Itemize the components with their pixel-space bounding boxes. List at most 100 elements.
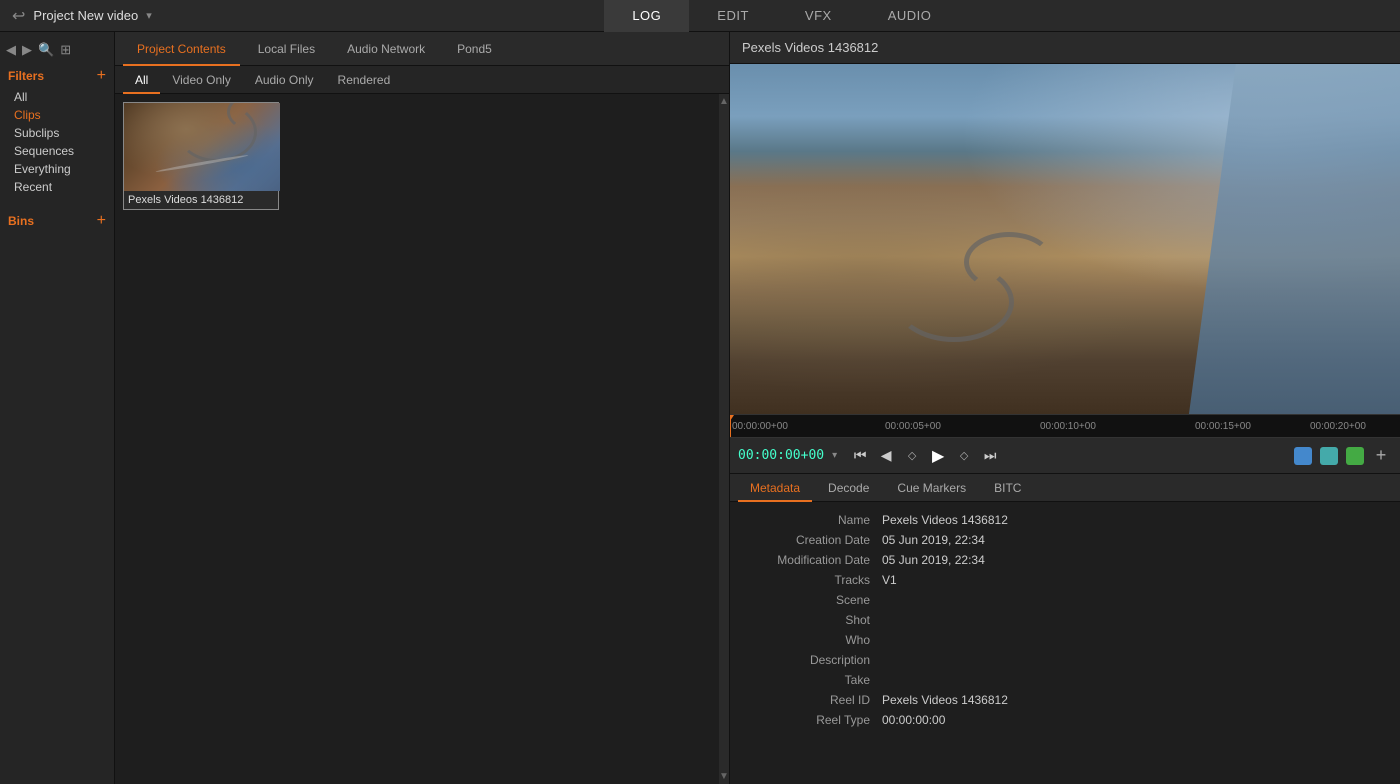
go-to-end-button[interactable]: ⏭ [979,445,1001,467]
subtab-all[interactable]: All [123,66,160,94]
blue-marker-button[interactable] [1294,447,1312,465]
meta-row-modification-date: Modification Date 05 Jun 2019, 22:34 [730,550,1400,570]
mark-in-button[interactable]: ◇ [901,445,923,467]
filter-all[interactable]: All [8,88,106,106]
center-panel: Project Contents Local Files Audio Netwo… [115,32,730,784]
tab-project-contents[interactable]: Project Contents [123,32,240,66]
filter-recent[interactable]: Recent [8,178,106,196]
meta-val-take [882,673,1388,687]
tab-bar: Project Contents Local Files Audio Netwo… [115,32,729,66]
tab-local-files[interactable]: Local Files [244,32,329,66]
add-marker-button[interactable]: + [1370,445,1392,467]
metadata-tab-metadata[interactable]: Metadata [738,474,812,502]
nav-audio-button[interactable]: AUDIO [860,0,960,32]
subtab-video-only[interactable]: Video Only [160,66,242,94]
nav-log-button[interactable]: LOG [604,0,689,32]
tab-pond5[interactable]: Pond5 [443,32,506,66]
metadata-tab-decode[interactable]: Decode [816,474,881,502]
preview-video[interactable] [730,64,1400,414]
meta-row-tracks: Tracks V1 [730,570,1400,590]
forward-nav-icon[interactable]: ▶ [22,42,32,58]
meta-row-scene: Scene [730,590,1400,610]
meta-key-reel-id: Reel ID [742,693,882,707]
timecode-dropdown-icon[interactable]: ▾ [832,450,837,461]
top-nav: LOG EDIT VFX AUDIO [164,0,1400,32]
preview-header: Pexels Videos 1436812 [730,32,1400,64]
metadata-tab-bitc[interactable]: BITC [982,474,1033,502]
meta-row-reel-id: Reel ID Pexels Videos 1436812 [730,690,1400,710]
clip-item[interactable]: Pexels Videos 1436812 [123,102,279,210]
video-road-2 [964,232,1054,292]
meta-val-name: Pexels Videos 1436812 [882,513,1388,527]
green-marker-button[interactable] [1346,447,1364,465]
bins-header: Bins + [8,212,106,230]
content-grid: Pexels Videos 1436812 [115,94,729,218]
timemarker-0: 00:00:00+00 [732,421,788,432]
nav-vfx-button[interactable]: VFX [777,0,860,32]
filter-clips[interactable]: Clips [8,106,106,124]
clip-label: Pexels Videos 1436812 [124,191,278,209]
meta-row-take: Take [730,670,1400,690]
meta-val-scene [882,593,1388,607]
timemarker-4: 00:00:20+00 [1310,421,1366,432]
back-nav-icon[interactable]: ◀ [6,42,16,58]
timemarker-2: 00:00:10+00 [1040,421,1096,432]
go-to-start-button[interactable]: ⏮ [849,445,871,467]
filter-everything[interactable]: Everything [8,160,106,178]
mark-out-button[interactable]: ◇ [953,445,975,467]
filters-header: Filters + [8,68,106,84]
metadata-tab-cue-markers[interactable]: Cue Markers [885,474,978,502]
filters-section: Filters + All Clips Subclips Sequences E… [0,64,114,200]
metadata-tabs: Metadata Decode Cue Markers BITC [730,474,1400,502]
filters-add-button[interactable]: + [97,68,106,84]
transport-bar: 00:00:00+00 ▾ ⏮ ◀ ◇ ▶ ◇ ⏭ + [730,438,1400,474]
meta-row-who: Who [730,630,1400,650]
meta-val-reel-type: 00:00:00:00 [882,713,1388,727]
timeline-bar[interactable]: 00:00:00+00 00:00:05+00 00:00:10+00 00:0… [730,414,1400,438]
meta-key-tracks: Tracks [742,573,882,587]
video-scene [730,64,1400,414]
play-button[interactable]: ▶ [927,445,949,467]
top-bar-left: ↩ Project New video ▾ [0,6,164,26]
meta-key-name: Name [742,513,882,527]
bins-add-button[interactable]: + [97,212,106,230]
playhead [730,415,731,437]
scroll-up-arrow[interactable]: ▲ [717,94,729,109]
tab-audio-network[interactable]: Audio Network [333,32,439,66]
sub-tab-bar: All Video Only Audio Only Rendered [115,66,729,94]
meta-row-shot: Shot [730,610,1400,630]
metadata-content: Name Pexels Videos 1436812 Creation Date… [730,502,1400,784]
meta-row-reel-type: Reel Type 00:00:00:00 [730,710,1400,730]
subtab-audio-only[interactable]: Audio Only [243,66,326,94]
timemarker-3: 00:00:15+00 [1195,421,1251,432]
prev-frame-button[interactable]: ◀ [875,445,897,467]
meta-key-take: Take [742,673,882,687]
dropdown-icon[interactable]: ▾ [146,9,152,22]
subtab-rendered[interactable]: Rendered [326,66,403,94]
sidebar: ◀ ▶ 🔍 ⊞ Filters + All Clips Subclips Seq… [0,32,115,784]
back-icon[interactable]: ↩ [12,6,25,26]
meta-key-shot: Shot [742,613,882,627]
timecode-display: 00:00:00+00 [738,448,824,463]
nav-edit-button[interactable]: EDIT [689,0,777,32]
preview-title: Pexels Videos 1436812 [742,40,878,55]
video-road-layer [864,204,1166,362]
meta-val-shot [882,613,1388,627]
top-bar: ↩ Project New video ▾ LOG EDIT VFX AUDIO [0,0,1400,32]
meta-val-reel-id: Pexels Videos 1436812 [882,693,1388,707]
meta-row-creation-date: Creation Date 05 Jun 2019, 22:34 [730,530,1400,550]
content-scrollbar[interactable]: ▲ ▼ [719,94,729,784]
teal-marker-button[interactable] [1320,447,1338,465]
filter-subclips[interactable]: Subclips [8,124,106,142]
search-icon[interactable]: 🔍 [38,42,54,58]
meta-key-who: Who [742,633,882,647]
filter-sequences[interactable]: Sequences [8,142,106,160]
meta-val-modification-date: 05 Jun 2019, 22:34 [882,553,1388,567]
meta-row-name: Name Pexels Videos 1436812 [730,510,1400,530]
bins-label: Bins [8,214,34,228]
meta-key-modification-date: Modification Date [742,553,882,567]
sidebar-toolbar: ◀ ▶ 🔍 ⊞ [0,40,114,60]
grid-view-icon[interactable]: ⊞ [60,42,71,58]
scroll-down-arrow[interactable]: ▼ [717,769,729,784]
filters-label: Filters [8,69,44,83]
